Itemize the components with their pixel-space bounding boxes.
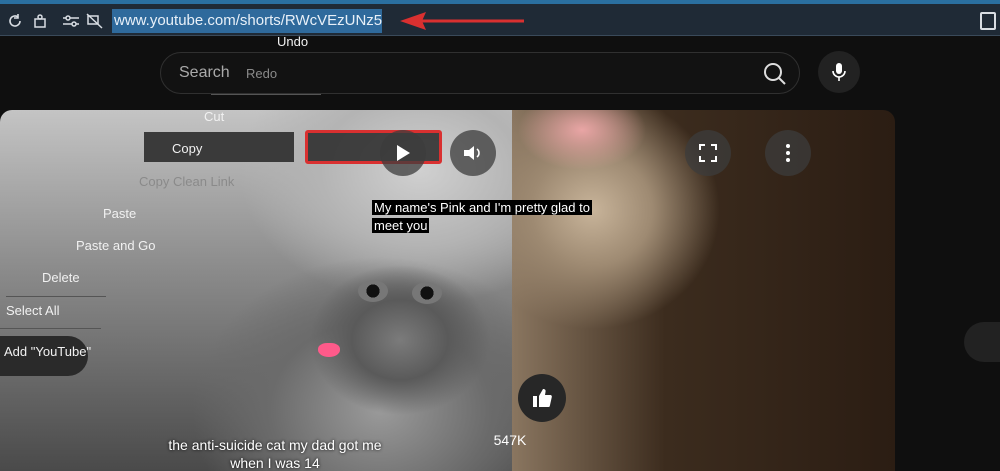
menu-separator xyxy=(211,94,321,95)
menu-item-undo[interactable]: Undo xyxy=(277,34,308,49)
menu-item-paste[interactable]: Paste xyxy=(103,206,136,221)
fullscreen-button[interactable] xyxy=(685,130,731,176)
menu-item-copy[interactable]: Copy xyxy=(172,141,202,156)
play-icon xyxy=(397,145,410,161)
menu-item-add-youtube[interactable]: Add "YouTube" xyxy=(4,344,91,359)
fullscreen-icon xyxy=(699,144,717,162)
menu-item-redo[interactable]: Redo xyxy=(246,66,277,81)
context-menu: Undo Redo Cut Copy Copy Clean Link Paste… xyxy=(0,22,326,376)
more-options-button[interactable] xyxy=(765,130,811,176)
cat-eye-right xyxy=(412,282,442,304)
search-icon xyxy=(764,63,786,85)
search-button[interactable] xyxy=(756,58,794,90)
mic-icon xyxy=(832,63,846,81)
tab-icon[interactable] xyxy=(980,12,996,30)
like-button[interactable] xyxy=(518,374,566,422)
menu-separator xyxy=(0,328,101,329)
volume-button[interactable] xyxy=(450,130,496,176)
menu-item-paste-and-go[interactable]: Paste and Go xyxy=(76,238,156,253)
annotation-arrow xyxy=(400,12,524,30)
more-icon xyxy=(786,144,790,162)
video-caption: My name's Pink and I'm pretty glad to me… xyxy=(372,199,592,235)
copy-row-highlight xyxy=(144,132,294,162)
menu-item-cut[interactable]: Cut xyxy=(204,109,224,124)
menu-item-copy-clean-link[interactable]: Copy Clean Link xyxy=(139,174,234,189)
thumbs-up-icon xyxy=(533,389,552,407)
play-button[interactable] xyxy=(380,130,426,176)
voice-search-button[interactable] xyxy=(818,51,860,93)
caption-line-1: My name's Pink and I'm pretty glad to xyxy=(372,200,592,215)
menu-separator xyxy=(6,296,106,297)
caption-line-2: meet you xyxy=(372,218,430,233)
menu-item-delete[interactable]: Delete xyxy=(42,270,80,285)
volume-icon xyxy=(464,146,480,160)
video-title: the anti-suicide cat my dad got me when … xyxy=(168,437,382,471)
side-action-chip[interactable] xyxy=(964,322,1000,362)
cat-eye-left xyxy=(358,280,388,302)
like-count: 547K xyxy=(493,432,527,448)
menu-item-select-all[interactable]: Select All xyxy=(6,303,59,318)
